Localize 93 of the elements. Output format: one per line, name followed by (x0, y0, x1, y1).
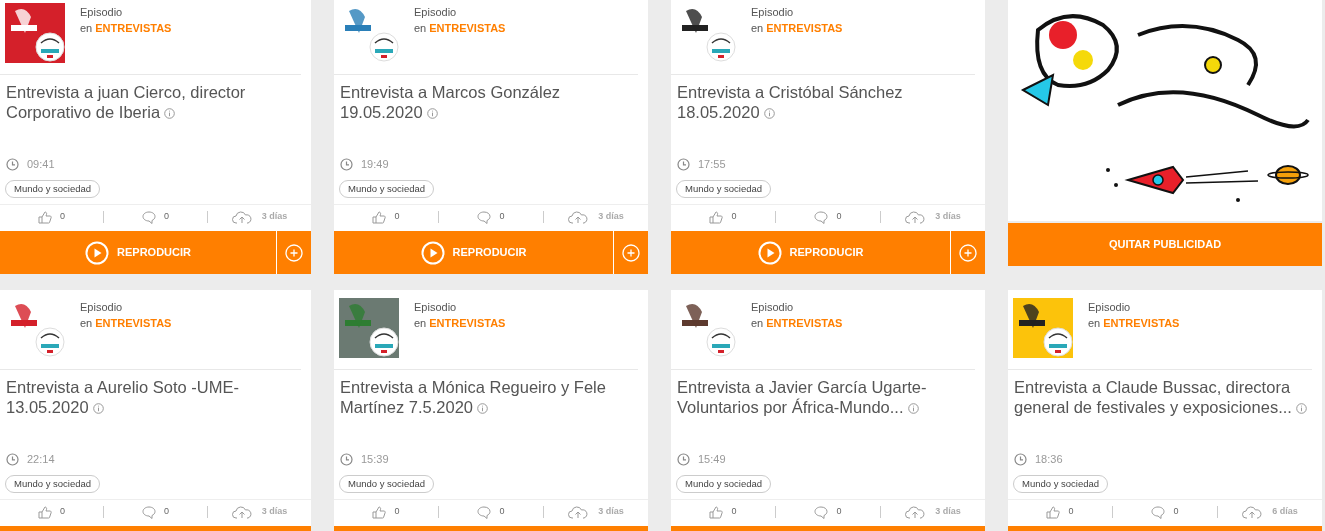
like-count: 0 (60, 210, 65, 224)
category-prefix: en (80, 21, 93, 36)
thumbs-up-icon[interactable] (372, 505, 387, 519)
comment-icon[interactable] (814, 505, 829, 519)
category-prefix: en (80, 316, 93, 331)
cloud-upload-icon (1242, 505, 1263, 519)
play-icon (85, 240, 109, 265)
cloud-upload-icon (231, 505, 252, 519)
type-label: Episodio (414, 300, 458, 315)
info-icon[interactable] (164, 108, 176, 120)
clock-icon (6, 157, 19, 171)
comment-icon[interactable] (1151, 505, 1166, 519)
episode-title[interactable]: Entrevista a juan Cierco, director Corporativo de Iberia (6, 82, 305, 122)
category-prefix: en (414, 21, 427, 36)
upload-age: 3 días (261, 210, 288, 224)
type-label: Episodio (80, 300, 124, 315)
thumbs-up-icon[interactable] (1046, 505, 1061, 519)
thumbs-up-icon[interactable] (372, 210, 387, 224)
info-icon[interactable] (907, 403, 919, 415)
play-icon (757, 240, 782, 265)
duration: 09:41 (27, 156, 55, 172)
clock-icon (677, 452, 690, 466)
category-prefix: en (751, 316, 764, 331)
like-count: 0 (394, 210, 400, 224)
comment-count: 0 (1173, 505, 1179, 519)
comment-count: 0 (164, 210, 169, 224)
add-icon (959, 243, 977, 262)
upload-age: 3 días (598, 210, 624, 224)
duration: 22:14 (27, 451, 55, 467)
type-label: Episodio (751, 300, 795, 315)
duration: 19:49 (361, 156, 389, 172)
info-icon[interactable] (477, 403, 488, 415)
category-prefix: en (414, 316, 427, 331)
info-icon[interactable] (1295, 403, 1307, 415)
cloud-upload-icon (905, 210, 926, 224)
thumbs-up-icon[interactable] (709, 210, 724, 224)
type-label: Episodio (414, 5, 458, 20)
thumbs-up-icon[interactable] (709, 505, 724, 519)
cloud-upload-icon (231, 210, 252, 224)
upload-age: 3 días (935, 210, 961, 224)
duration: 15:49 (698, 451, 726, 467)
info-icon[interactable] (426, 108, 438, 120)
cloud-upload-icon (568, 505, 589, 519)
duration: 17:55 (698, 156, 726, 172)
type-label: Episodio (80, 5, 124, 20)
thumbs-up-icon[interactable] (38, 210, 52, 224)
add-icon (622, 243, 640, 262)
add-button[interactable] (614, 231, 648, 274)
episode-title[interactable]: Entrevista a Javier García Ugarte-Voluntarios por África-Mundo... (677, 377, 979, 417)
episode-title[interactable]: Entrevista a Aurelio Soto -UME- 13.05.2020 (6, 377, 305, 417)
comment-count: 0 (836, 505, 842, 519)
episode-title[interactable]: Entrevista a Marcos González 19.05.2020 (340, 82, 642, 122)
cloud-upload-icon (568, 210, 589, 224)
comment-icon[interactable] (814, 210, 829, 224)
like-count: 0 (1068, 505, 1074, 519)
upload-age: 6 días (1272, 505, 1298, 519)
upload-age: 3 días (261, 505, 288, 519)
comment-icon[interactable] (477, 210, 492, 224)
add-icon (285, 243, 303, 262)
comment-count: 0 (499, 210, 505, 224)
like-count: 0 (394, 505, 400, 519)
cloud-upload-icon (905, 505, 926, 519)
episode-title[interactable]: Entrevista a Claude Bussac, directora general de festivales y exposiciones... (1014, 377, 1316, 417)
type-label: Episodio (1088, 300, 1132, 315)
like-count: 0 (731, 505, 737, 519)
category-prefix: en (1088, 316, 1101, 331)
like-count: 0 (60, 505, 65, 519)
type-label: Episodio (751, 5, 795, 20)
add-button[interactable] (277, 231, 311, 274)
info-icon[interactable] (763, 108, 775, 120)
comment-count: 0 (164, 505, 169, 519)
episode-title[interactable]: Entrevista a Cristóbal Sánchez 18.05.2020 (677, 82, 979, 122)
upload-age: 3 días (935, 505, 961, 519)
category-prefix: en (751, 21, 764, 36)
clock-icon (6, 452, 19, 466)
clock-icon (1014, 452, 1027, 466)
comment-icon[interactable] (477, 505, 492, 519)
info-icon[interactable] (92, 403, 104, 415)
add-button[interactable] (951, 231, 985, 274)
play-icon (420, 240, 445, 265)
duration: 15:39 (361, 451, 389, 467)
comment-count: 0 (836, 210, 842, 224)
thumbs-up-icon[interactable] (38, 505, 52, 519)
clock-icon (340, 452, 353, 466)
like-count: 0 (731, 210, 737, 224)
episode-title[interactable]: Entrevista a Mónica Regueiro y Fele Martínez 7.5.2020 (340, 377, 642, 417)
duration: 18:36 (1035, 451, 1063, 467)
comment-icon[interactable] (142, 210, 156, 224)
clock-icon (677, 157, 690, 171)
upload-age: 3 días (598, 505, 624, 519)
comment-icon[interactable] (142, 505, 156, 519)
clock-icon (340, 157, 353, 171)
comment-count: 0 (499, 505, 505, 519)
